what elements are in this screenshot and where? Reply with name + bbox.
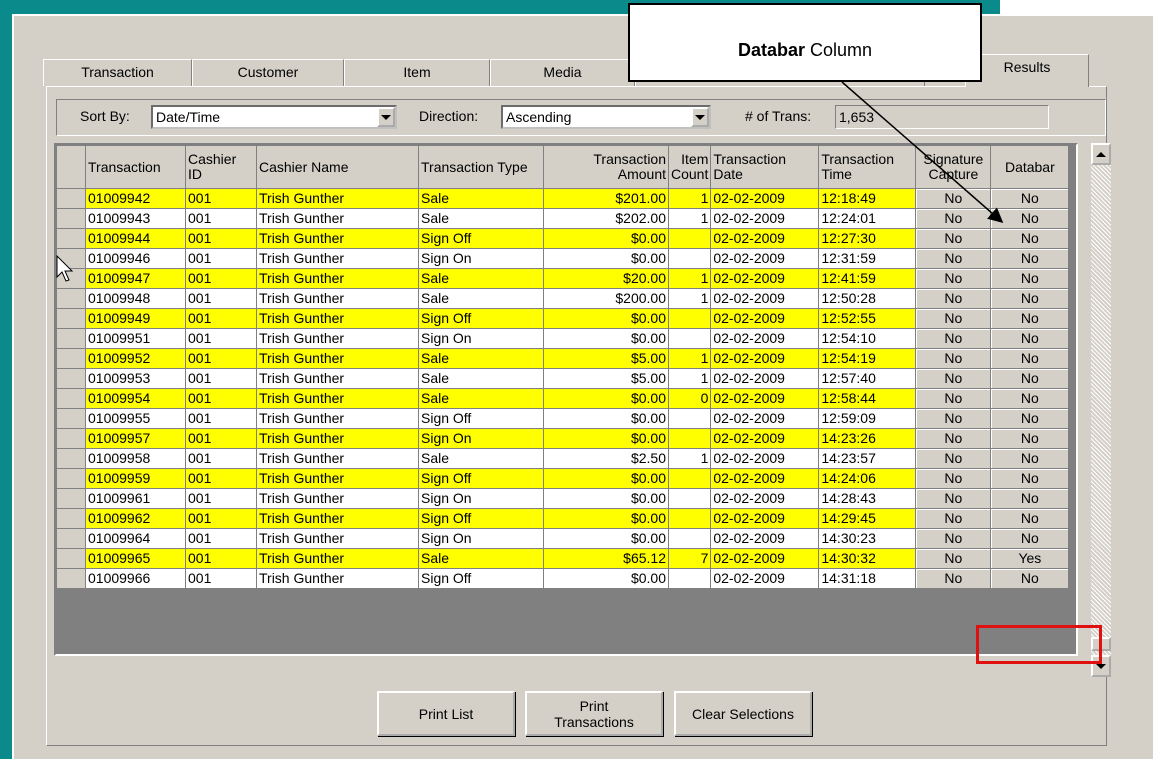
databar-yes-highlight-box	[976, 625, 1102, 664]
mouse-cursor-icon	[56, 255, 74, 282]
